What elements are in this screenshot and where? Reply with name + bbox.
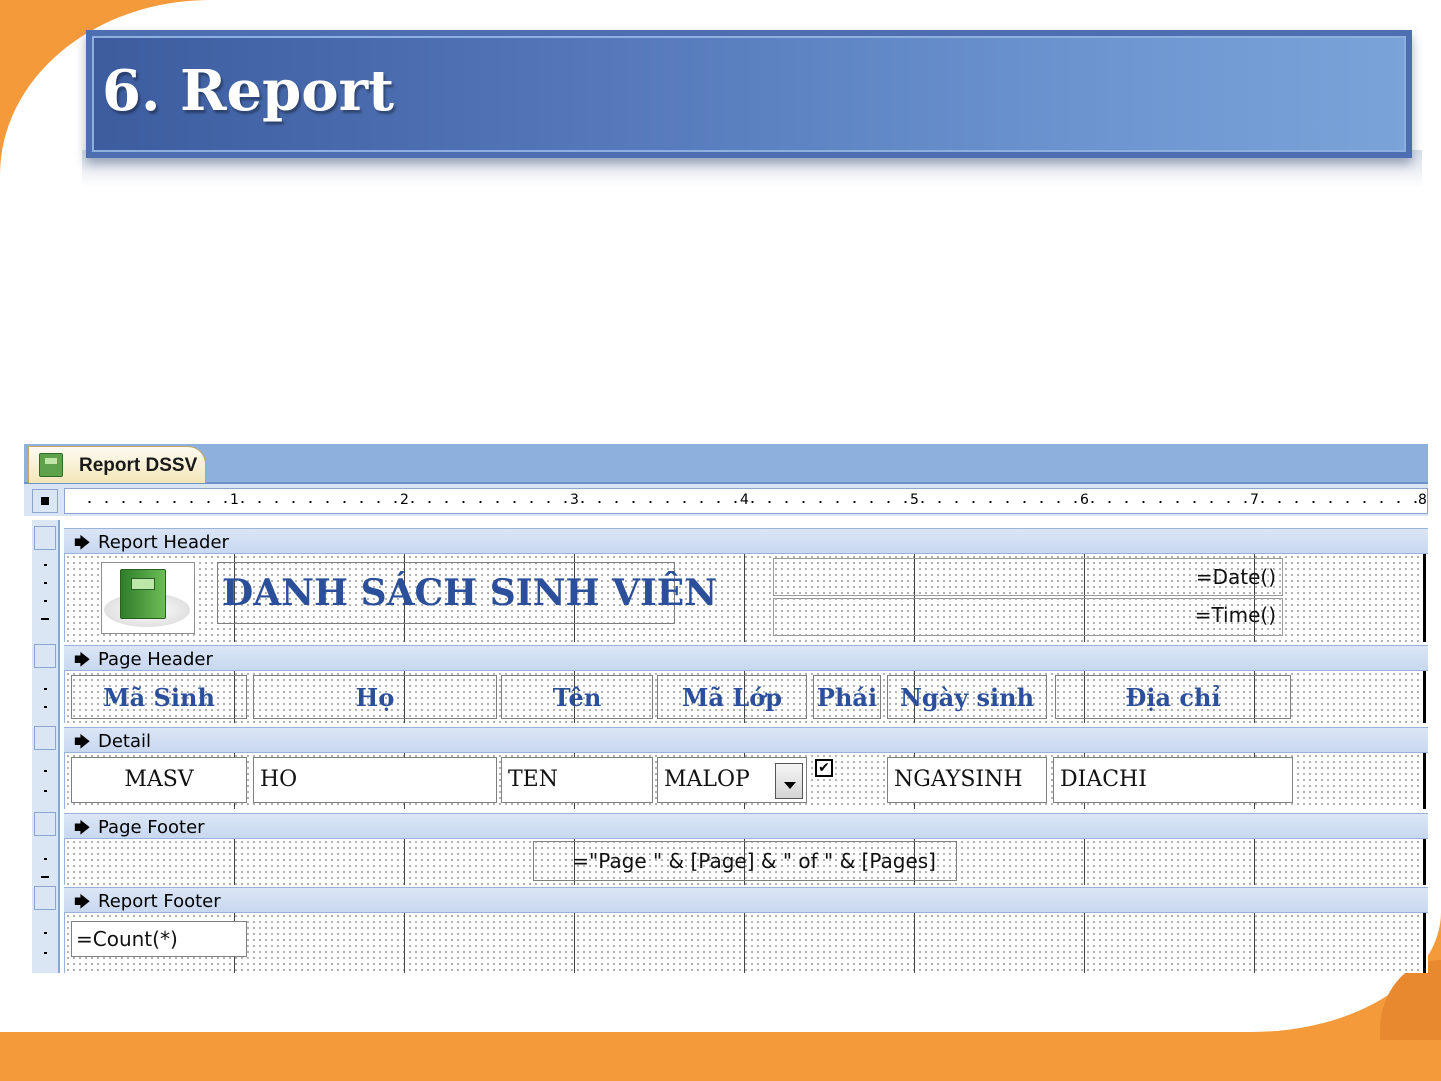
slide-title: 6. Report xyxy=(102,58,395,124)
ruler-tick xyxy=(41,876,49,878)
checkbox-phai[interactable]: ✔ xyxy=(815,759,833,777)
count-textbox[interactable]: =Count(*) xyxy=(71,921,247,957)
ruler-tick xyxy=(44,790,47,792)
report-header-area[interactable]: DANH SÁCH SINH VIÊN =Date() =Time() xyxy=(64,554,1426,642)
ruler-number: 4 xyxy=(740,492,749,508)
section-selector-page-header[interactable] xyxy=(34,644,56,668)
textbox-masv[interactable]: MASV xyxy=(71,757,247,803)
ruler-tick xyxy=(41,618,49,620)
ruler-tick xyxy=(44,564,47,566)
report-design-window: Report DSSV 1 2 3 4 5 6 7 8 🡆 Report Hea… xyxy=(24,444,1428,973)
ruler-number: 8 xyxy=(1418,492,1427,508)
section-bar-detail[interactable]: 🡆 Detail xyxy=(64,727,1428,753)
tab-report-dssv[interactable]: Report DSSV xyxy=(28,446,206,483)
ruler-tick xyxy=(44,952,47,954)
section-bar-page-header[interactable]: 🡆 Page Header xyxy=(64,645,1428,671)
ruler-tick xyxy=(44,858,47,860)
ruler-tick xyxy=(44,582,47,584)
tab-label: Report DSSV xyxy=(79,455,198,476)
select-report-button[interactable] xyxy=(32,489,58,513)
section-label: Report Header xyxy=(98,532,229,553)
label-ho[interactable]: Họ xyxy=(253,675,497,719)
ruler-divider xyxy=(58,520,60,973)
time-textbox[interactable]: =Time() xyxy=(773,598,1283,636)
section-selector-page-footer[interactable] xyxy=(34,812,56,836)
ruler-tick xyxy=(44,706,47,708)
ruler-number: 7 xyxy=(1250,492,1259,508)
ruler-tick xyxy=(44,770,47,772)
section-selector-report-header[interactable] xyxy=(34,526,56,550)
ruler-tick xyxy=(44,932,47,934)
chevron-down-icon[interactable] xyxy=(775,763,803,799)
section-bar-report-header[interactable]: 🡆 Report Header xyxy=(64,528,1428,554)
book-icon xyxy=(120,569,166,619)
section-label: Page Header xyxy=(98,649,213,670)
ruler-tick xyxy=(44,600,47,602)
ruler-number: 2 xyxy=(400,492,409,508)
ruler-number: 6 xyxy=(1080,492,1089,508)
ruler-number: 3 xyxy=(570,492,579,508)
section-selector-report-footer[interactable] xyxy=(34,886,56,910)
detail-area[interactable]: MASV HO TEN MALOP ✔ NGAYSINH DIACHI xyxy=(64,753,1426,809)
horizontal-ruler[interactable]: 1 2 3 4 5 6 7 8 xyxy=(64,488,1428,514)
date-expression: =Date() xyxy=(1195,565,1276,589)
ruler-tick xyxy=(44,688,47,690)
textbox-ten[interactable]: TEN xyxy=(501,757,653,803)
section-label: Detail xyxy=(98,731,152,752)
section-label: Report Footer xyxy=(98,891,221,912)
report-title-text: DANH SÁCH SINH VIÊN xyxy=(222,572,718,614)
vertical-ruler[interactable] xyxy=(32,520,58,973)
report-design-canvas: 🡆 Report Header DANH SÁCH SINH VIÊN =Dat… xyxy=(64,520,1428,973)
ruler-number: 5 xyxy=(910,492,919,508)
textbox-ngaysinh[interactable]: NGAYSINH xyxy=(887,757,1047,803)
report-icon xyxy=(39,453,63,477)
date-textbox[interactable]: =Date() xyxy=(773,558,1283,596)
label-ten[interactable]: Tên xyxy=(501,675,653,719)
horizontal-ruler-row: 1 2 3 4 5 6 7 8 xyxy=(24,484,1428,516)
label-dia-chi[interactable]: Địa chỉ xyxy=(1055,675,1291,719)
label-ma-lop[interactable]: Mã Lớp xyxy=(657,675,807,719)
ruler-number: 1 xyxy=(230,492,239,508)
label-phai[interactable]: Phái xyxy=(813,675,881,719)
page-number-textbox[interactable]: ="Page " & [Page] & " of " & [Pages] xyxy=(533,841,957,881)
ruler-ticks xyxy=(81,501,1421,503)
page-footer-area[interactable]: ="Page " & [Page] & " of " & [Pages] xyxy=(64,839,1426,885)
label-ma-sinh-vien[interactable]: Mã Sinh viên xyxy=(71,675,247,756)
report-footer-area[interactable]: =Count(*) xyxy=(64,913,1426,973)
section-bar-page-footer[interactable]: 🡆 Page Footer xyxy=(64,813,1428,839)
page-header-area[interactable]: Mã Sinh viên Họ Tên Mã Lớp Phái Ngày sin… xyxy=(64,671,1426,756)
section-bar-report-footer[interactable]: 🡆 Report Footer xyxy=(64,887,1428,913)
time-expression: =Time() xyxy=(1194,603,1276,627)
label-ngay-sinh[interactable]: Ngày sinh xyxy=(887,675,1047,719)
section-selector-detail[interactable] xyxy=(34,726,56,750)
report-logo[interactable] xyxy=(101,562,195,634)
section-label: Page Footer xyxy=(98,817,205,838)
document-tab-bar: Report DSSV xyxy=(24,444,1428,484)
textbox-diachi[interactable]: DIACHI xyxy=(1053,757,1293,803)
report-title-label[interactable]: DANH SÁCH SINH VIÊN xyxy=(217,562,718,624)
textbox-ho[interactable]: HO xyxy=(253,757,497,803)
